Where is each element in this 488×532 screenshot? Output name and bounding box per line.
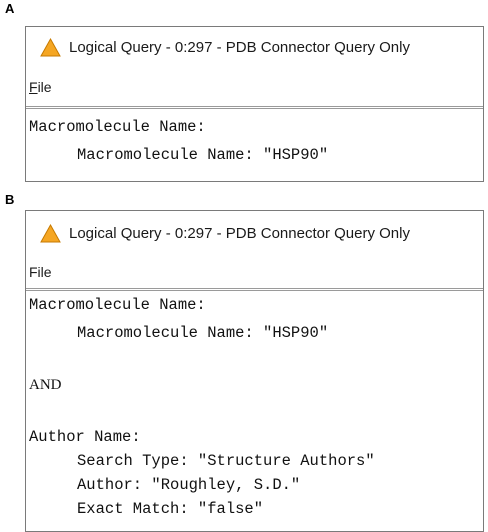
menu-separator	[26, 106, 483, 109]
query-field: Macromolecule Name: "HSP90"	[77, 324, 329, 342]
query-group-header: Author Name:	[29, 428, 141, 446]
warning-triangle-icon	[40, 224, 61, 243]
title-bar: Logical Query - 0:297 - PDB Connector Qu…	[40, 224, 483, 243]
menu-bar: File	[29, 264, 483, 280]
panel-b-label: B	[5, 192, 15, 207]
title-bar: Logical Query - 0:297 - PDB Connector Qu…	[40, 38, 483, 57]
query-group-header: Macromolecule Name:	[29, 296, 206, 314]
query-operator: AND	[29, 377, 62, 393]
query-field: Macromolecule Name: "HSP90"	[77, 146, 329, 164]
panel-a-label: A	[5, 1, 15, 16]
menu-separator	[26, 288, 483, 291]
menu-file[interactable]: File	[29, 79, 52, 95]
warning-triangle-icon	[40, 38, 61, 57]
query-window-b: Logical Query - 0:297 - PDB Connector Qu…	[25, 210, 484, 532]
query-field: Author: "Roughley, S.D."	[77, 476, 301, 494]
query-group-header: Macromolecule Name:	[29, 118, 206, 136]
query-field: Exact Match: "false"	[77, 500, 264, 518]
query-window-a: Logical Query - 0:297 - PDB Connector Qu…	[25, 26, 484, 182]
menu-file[interactable]: File	[29, 264, 52, 280]
window-title: Logical Query - 0:297 - PDB Connector Qu…	[69, 225, 410, 242]
query-text: Macromolecule Name: Macromolecule Name: …	[26, 293, 483, 521]
menu-bar: File	[29, 79, 483, 95]
window-title: Logical Query - 0:297 - PDB Connector Qu…	[69, 39, 410, 56]
query-field: Search Type: "Structure Authors"	[77, 452, 375, 470]
query-text: Macromolecule Name: Macromolecule Name: …	[26, 115, 483, 167]
